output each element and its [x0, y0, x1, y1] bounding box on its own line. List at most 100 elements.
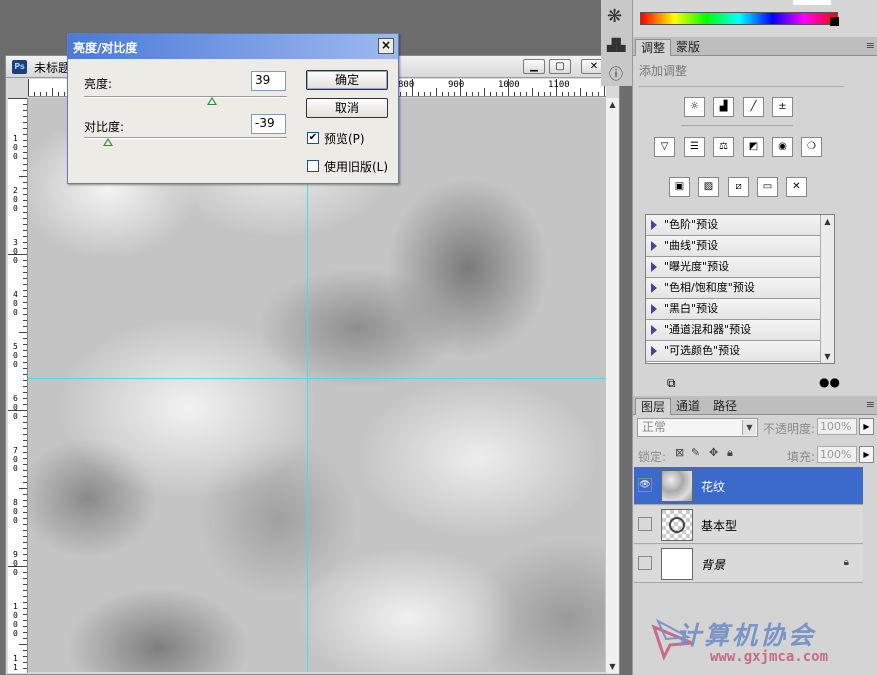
watermark: 计算机协会 www.gxjmca.com	[648, 611, 877, 675]
ruler-tick	[34, 92, 35, 96]
lock-paint-icon[interactable]: ✎	[691, 446, 700, 459]
preset-list-scrollbar[interactable]: ▲ ▼	[820, 215, 834, 363]
contrast-slider-track[interactable]	[84, 137, 287, 139]
preset-item[interactable]: "色阶"预设	[646, 215, 820, 236]
panel-menu-icon[interactable]: ≡	[866, 398, 875, 411]
fill-input[interactable]: 100%	[817, 446, 857, 463]
ruler-tick	[23, 200, 27, 201]
legacy-checkbox[interactable]	[307, 160, 319, 172]
layer-row-basic-shape[interactable]: 基本型	[634, 506, 863, 544]
preview-checkbox[interactable]: ✔	[307, 132, 319, 144]
ruler-tick	[23, 524, 27, 525]
fill-arrow-button[interactable]: ▶	[859, 446, 874, 463]
photo-filter-adjust-icon[interactable]: ◉	[772, 137, 793, 157]
ruler-tick	[23, 110, 27, 111]
vibrance-adjust-icon[interactable]: ▽	[654, 137, 675, 157]
black-swatch[interactable]	[830, 17, 839, 26]
vertical-guide[interactable]	[307, 98, 308, 672]
ruler-tick	[23, 656, 27, 657]
divider	[639, 86, 844, 87]
cancel-button[interactable]: 取消	[306, 98, 388, 118]
scroll-down-arrow-icon[interactable]: ▼	[821, 350, 834, 363]
histogram-icon[interactable]: ▟▙	[607, 38, 625, 52]
blend-mode-select[interactable]: 正常 ▼	[637, 418, 758, 437]
ruler-tick	[472, 92, 473, 96]
brightness-slider-thumb[interactable]	[207, 97, 217, 105]
tab-channels[interactable]: 通道	[671, 398, 705, 415]
horizontal-guide[interactable]	[28, 378, 606, 379]
layer-name: 背景	[701, 558, 726, 572]
selective-color-adjust-icon[interactable]: ✕	[786, 177, 807, 197]
ruler-tick	[23, 632, 27, 633]
ruler-tick	[23, 428, 27, 429]
layer-row-background[interactable]: 背景 🔒︎	[634, 545, 863, 583]
tab-mask[interactable]: 蒙版	[671, 39, 705, 56]
preset-item[interactable]: "黑白"预设	[646, 299, 820, 320]
curves-adjust-icon[interactable]: ╱	[743, 97, 764, 117]
ruler-tick	[574, 92, 575, 96]
ruler-tick	[23, 500, 27, 501]
opacity-input[interactable]: 100%	[817, 418, 857, 435]
brightness-input[interactable]: 39	[251, 71, 286, 91]
contrast-input[interactable]: -39	[251, 114, 286, 134]
exposure-adjust-icon[interactable]: ±	[772, 97, 793, 117]
ruler-tick	[23, 230, 27, 231]
scroll-up-arrow-icon[interactable]: ▲	[606, 98, 619, 111]
threshold-adjust-icon[interactable]: ⧄	[728, 177, 749, 197]
visibility-toggle[interactable]	[638, 517, 652, 531]
color-balance-adjust-icon[interactable]: ⚖	[713, 137, 734, 157]
canvas[interactable]	[28, 98, 606, 672]
ruler-tick	[23, 422, 27, 423]
levels-adjust-icon[interactable]: ▟	[713, 97, 734, 117]
return-icon[interactable]: ⧉	[667, 376, 676, 391]
lock-move-icon[interactable]: ✥	[709, 446, 718, 459]
black-white-adjust-icon[interactable]: ◩	[743, 137, 764, 157]
lock-all-icon[interactable]: 🔒︎	[727, 446, 733, 460]
brightness-adjust-icon[interactable]: ☼	[684, 97, 705, 117]
preset-item[interactable]: "通道混和器"预设	[646, 320, 820, 341]
ruler-tick	[23, 248, 27, 249]
info-icon[interactable]: ⓘ	[609, 64, 623, 84]
lock-transparent-icon[interactable]: ⊠	[675, 446, 684, 459]
posterize-adjust-icon[interactable]: ▨	[698, 177, 719, 197]
ruler-tick	[23, 188, 27, 189]
preset-item[interactable]: "色相/饱和度"预设	[646, 278, 820, 299]
ok-button[interactable]: 确定	[306, 70, 388, 90]
scroll-down-arrow-icon[interactable]: ▼	[606, 660, 619, 673]
navigator-icon[interactable]: ❋	[607, 6, 622, 27]
panel-menu-icon[interactable]: ≡	[866, 39, 875, 52]
preset-item[interactable]: "可选颜色"预设	[646, 341, 820, 362]
ruler-tick	[23, 464, 27, 465]
tab-layers[interactable]: 图层	[635, 398, 672, 415]
eye-icon[interactable]: 👁︎	[638, 478, 652, 492]
clip-icon[interactable]: ●●	[819, 375, 840, 389]
ruler-tick	[23, 626, 27, 627]
ruler-tick	[23, 560, 27, 561]
color-spectrum[interactable]	[640, 12, 838, 25]
brightness-slider-track[interactable]	[84, 96, 287, 98]
opacity-arrow-button[interactable]: ▶	[859, 418, 874, 435]
vertical-scrollbar[interactable]: ▲ ▼	[605, 98, 619, 673]
layer-row-pattern[interactable]: 👁︎ 花纹	[634, 467, 863, 505]
adjust-preset-list[interactable]: "色阶"预设 "曲线"预设 "曝光度"预设 "色相/饱和度"预设 "黑白"预设 …	[645, 214, 835, 364]
contrast-slider-thumb[interactable]	[103, 138, 113, 146]
hue-saturation-adjust-icon[interactable]: ☰	[684, 137, 705, 157]
ruler-tick	[19, 488, 27, 489]
tab-adjust[interactable]: 调整	[635, 39, 672, 56]
ruler-tick	[23, 266, 27, 267]
minimize-button[interactable]: ▁	[523, 59, 545, 74]
scroll-up-arrow-icon[interactable]: ▲	[821, 215, 834, 228]
brightness-contrast-dialog[interactable]: 亮度/对比度 × 亮度: 39 对比度: -39 确定 取消 ✔ 预览(P) 使…	[67, 33, 399, 184]
preset-item[interactable]: "曝光度"预设	[646, 257, 820, 278]
opacity-label: 不透明度:	[763, 422, 816, 436]
white-swatch[interactable]	[793, 0, 831, 5]
channel-mixer-adjust-icon[interactable]: ❍	[801, 137, 822, 157]
invert-adjust-icon[interactable]: ▣	[669, 177, 690, 197]
maximize-button[interactable]: ▢	[549, 59, 571, 74]
dialog-titlebar[interactable]: 亮度/对比度 ×	[68, 34, 398, 59]
visibility-toggle[interactable]	[638, 556, 652, 570]
preset-item[interactable]: "曲线"预设	[646, 236, 820, 257]
gradient-map-adjust-icon[interactable]: ▭	[757, 177, 778, 197]
tab-paths[interactable]: 路径	[708, 398, 742, 415]
dialog-close-button[interactable]: ×	[378, 38, 394, 54]
